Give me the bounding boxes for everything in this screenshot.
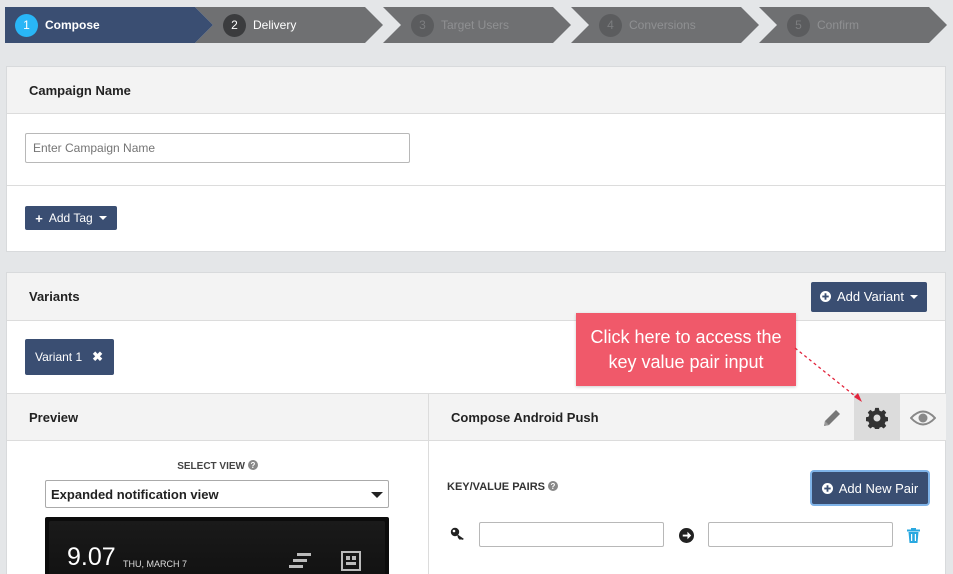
variant-chip-label: Variant 1: [35, 350, 83, 364]
campaign-panel-header: Campaign Name: [7, 67, 945, 114]
variant-chip[interactable]: Variant 1 ✖: [25, 339, 114, 375]
svg-text:?: ?: [551, 482, 556, 491]
arrow-circle-right-icon: [679, 528, 694, 543]
tooltip-arrow: [794, 347, 862, 402]
variant-editor: Preview SELECT VIEW ? Expanded notificat…: [7, 394, 946, 574]
step-delivery[interactable]: 2 Delivery: [195, 7, 383, 43]
step-confirm[interactable]: 5 Confirm: [759, 7, 947, 43]
kv-value-input[interactable]: [708, 522, 893, 547]
add-tag-button[interactable]: + Add Tag: [25, 206, 117, 230]
trash-icon[interactable]: [907, 528, 920, 543]
gear-icon: [866, 407, 888, 429]
view-select[interactable]: Expanded notification view: [45, 480, 389, 508]
step-number: 5: [787, 13, 810, 37]
add-variant-label: Add Variant: [837, 289, 904, 304]
compose-pane: Compose Android Push KEY/VALUE PAIRS ? A…: [428, 394, 946, 574]
panel-title: Campaign Name: [29, 82, 131, 98]
add-variant-button[interactable]: Add Variant: [811, 281, 927, 312]
help-icon[interactable]: ?: [548, 481, 559, 491]
phone-time: 9.07: [67, 543, 116, 571]
campaign-name-input[interactable]: [25, 133, 410, 163]
step-number: 4: [599, 13, 622, 37]
compose-title: Compose Android Push: [451, 409, 599, 425]
step-conversions[interactable]: 4 Conversions: [571, 7, 759, 43]
kv-label: KEY/VALUE PAIRS ?: [447, 481, 559, 493]
close-icon[interactable]: ✖: [92, 349, 103, 365]
campaign-name-section: [7, 114, 945, 186]
kv-key-input[interactable]: [479, 522, 664, 547]
campaign-panel: Campaign Name + Add Tag: [6, 66, 946, 252]
step-number: 2: [223, 13, 246, 37]
preview-tab[interactable]: [900, 394, 946, 441]
preview-pane: Preview SELECT VIEW ? Expanded notificat…: [7, 394, 428, 574]
phone-preview: 9.07 THU, MARCH 7: [45, 517, 389, 574]
variants-panel: Variants Add Variant Variant 1 ✖ Preview…: [6, 272, 946, 574]
select-view-label: SELECT VIEW ?: [7, 460, 428, 472]
view-select-value: Expanded notification view: [51, 486, 219, 502]
preview-header: Preview: [7, 394, 428, 441]
step-label: Target Users: [441, 18, 510, 32]
help-icon[interactable]: ?: [247, 460, 258, 470]
variants-panel-header: Variants Add Variant: [7, 273, 945, 321]
step-label: Compose: [45, 18, 100, 32]
tooltip-callout: Click here to access the key value pair …: [576, 313, 796, 386]
step-compose[interactable]: 1 Compose: [5, 7, 213, 43]
select-caret-icon: [371, 492, 383, 498]
step-number: 3: [411, 13, 434, 37]
select-view-text: SELECT VIEW: [177, 461, 245, 472]
caret-down-icon: [98, 216, 107, 220]
add-tag-label: Add Tag: [48, 211, 93, 225]
key-icon: [450, 527, 464, 540]
svg-text:?: ?: [250, 461, 255, 470]
preview-title: Preview: [29, 409, 79, 425]
plus-circle-icon: [820, 291, 832, 302]
phone-date: THU, MARCH 7: [123, 559, 188, 569]
tooltip-line-2: key value pair input: [608, 351, 764, 372]
wizard-steps: 1 Compose 2 Delivery 3 Target Users 4 Co…: [5, 7, 949, 43]
step-label: Delivery: [253, 18, 297, 32]
add-new-pair-button[interactable]: Add New Pair: [812, 472, 928, 504]
panel-title: Variants: [29, 289, 80, 304]
grid-icon: [341, 551, 361, 571]
notification-lines-icon: [289, 553, 311, 568]
tooltip-line-1: Click here to access the: [590, 326, 782, 347]
step-label: Confirm: [817, 18, 860, 32]
phone-screen: 9.07 THU, MARCH 7: [49, 521, 385, 574]
step-target-users[interactable]: 3 Target Users: [383, 7, 571, 43]
pencil-icon: [823, 409, 840, 426]
eye-icon: [910, 410, 936, 425]
plus-circle-icon: [821, 482, 833, 494]
plus-icon: +: [35, 210, 43, 226]
caret-down-icon: [909, 294, 918, 299]
tag-section: + Add Tag: [7, 186, 945, 251]
add-new-pair-label: Add New Pair: [838, 480, 919, 496]
step-label: Conversions: [629, 18, 696, 32]
kv-label-text: KEY/VALUE PAIRS: [447, 481, 545, 493]
step-number: 1: [15, 13, 38, 37]
